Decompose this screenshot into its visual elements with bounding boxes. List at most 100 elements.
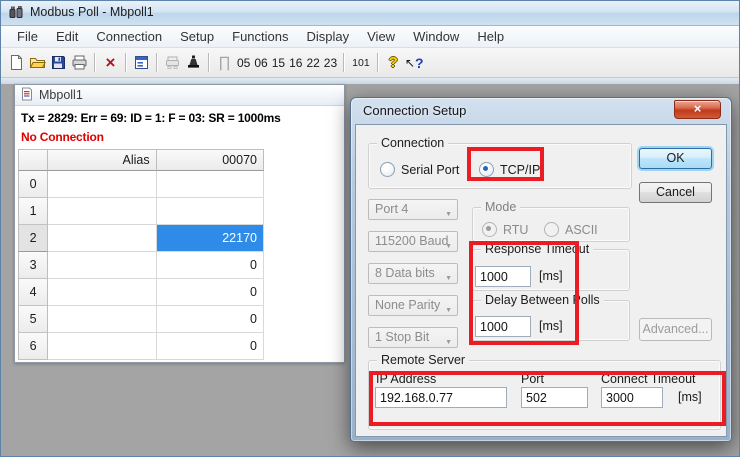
menu-help[interactable]: Help <box>468 27 513 46</box>
response-timeout-unit: [ms] <box>539 269 563 283</box>
help-icon[interactable]: ? <box>383 52 404 74</box>
remote-server-group-label: Remote Server <box>377 353 469 367</box>
value-cell[interactable] <box>157 198 264 225</box>
doc-window-mbpoll1: Mbpoll1 Tx = 2829: Err = 69: ID = 1: F =… <box>14 84 345 363</box>
doc-window-titlebar[interactable]: Mbpoll1 <box>15 85 344 106</box>
radio-circle <box>544 222 559 237</box>
table-row: 3 0 <box>18 252 264 279</box>
doc-icon <box>20 87 34 104</box>
alias-cell[interactable] <box>48 225 156 252</box>
new-file-icon[interactable] <box>6 52 27 74</box>
menu-bar: File Edit Connection Setup Functions Dis… <box>0 26 740 48</box>
alias-cell[interactable] <box>48 198 156 225</box>
row-header[interactable]: 1 <box>18 198 48 225</box>
rtu-label: RTU <box>503 223 528 237</box>
alias-cell[interactable] <box>48 279 156 306</box>
response-timeout-input[interactable] <box>475 266 531 287</box>
value-cell[interactable]: 0 <box>157 333 264 360</box>
serial-port-select: Port 4 ▼ <box>368 199 458 220</box>
toolbar-separator <box>343 53 345 72</box>
menu-display[interactable]: Display <box>298 27 359 46</box>
delay-between-polls-input[interactable] <box>475 316 531 337</box>
menu-window[interactable]: Window <box>404 27 468 46</box>
table-row: 2 22170 <box>18 225 264 252</box>
row-header[interactable]: 6 <box>18 333 48 360</box>
alias-cell[interactable] <box>48 171 156 198</box>
table-row: 1 <box>18 198 264 225</box>
app-titlebar[interactable]: Modbus Poll - Mbpoll1 <box>0 0 740 26</box>
serial-port-label: Serial Port <box>401 163 459 177</box>
mode-group-label: Mode <box>481 200 520 214</box>
function-15-button[interactable]: 15 <box>270 56 287 70</box>
setup-window-icon[interactable] <box>131 52 152 74</box>
value-cell[interactable]: 0 <box>157 252 264 279</box>
radio-circle-selected <box>479 162 494 177</box>
function-06-button[interactable]: 06 <box>252 56 269 70</box>
tcpip-radio[interactable]: TCP/IP <box>479 162 540 177</box>
close-icon[interactable]: × <box>674 100 721 119</box>
menu-setup[interactable]: Setup <box>171 27 223 46</box>
toolbar-separator <box>156 53 158 72</box>
register-column-header[interactable]: 00070 <box>157 149 264 171</box>
value-cell[interactable]: 0 <box>157 279 264 306</box>
function-16-button[interactable]: 16 <box>287 56 304 70</box>
open-file-icon[interactable] <box>27 52 48 74</box>
ok-button[interactable]: OK <box>639 148 712 169</box>
chevron-down-icon: ▼ <box>445 301 452 320</box>
port-input[interactable] <box>521 387 588 408</box>
menu-view[interactable]: View <box>358 27 404 46</box>
row-header[interactable]: 0 <box>18 171 48 198</box>
row-header[interactable]: 5 <box>18 306 48 333</box>
toolbar-separator <box>125 53 127 72</box>
chevron-down-icon: ▼ <box>445 333 452 352</box>
dialog-title[interactable]: Connection Setup <box>363 103 466 118</box>
toolbar-separator <box>377 53 379 72</box>
table-row: 0 <box>18 171 264 198</box>
connect-timeout-label: Connect Timeout <box>601 372 696 386</box>
alias-cell[interactable] <box>48 306 156 333</box>
context-help-icon[interactable]: ↖? <box>404 52 425 74</box>
function-22-button[interactable]: 22 <box>304 56 321 70</box>
selected-value-cell[interactable]: 22170 <box>157 225 264 252</box>
disconnect-icon[interactable]: × <box>100 52 121 74</box>
toolbar-separator <box>208 53 210 72</box>
row-header[interactable]: 2 <box>18 225 48 252</box>
value-cell[interactable] <box>157 171 264 198</box>
serial-port-value: Port 4 <box>375 202 408 216</box>
alias-cell[interactable] <box>48 252 156 279</box>
save-icon[interactable] <box>48 52 69 74</box>
table-row: 4 0 <box>18 279 264 306</box>
alias-column-header[interactable]: Alias <box>48 149 156 171</box>
context-help-arrow: ↖ <box>405 57 415 69</box>
test-center-icon[interactable] <box>183 52 204 74</box>
ip-address-input[interactable] <box>375 387 507 408</box>
alias-cell[interactable] <box>48 333 156 360</box>
data-bits-value: 8 Data bits <box>375 266 435 280</box>
function-05-button[interactable]: 05 <box>235 56 252 70</box>
serial-port-radio[interactable]: Serial Port <box>380 162 459 177</box>
function-101-button[interactable]: 101 <box>349 57 373 69</box>
print-icon[interactable] <box>69 52 90 74</box>
value-cell[interactable]: 0 <box>157 306 264 333</box>
response-timeout-label: Response Timeout <box>481 242 593 256</box>
menu-edit[interactable]: Edit <box>47 27 87 46</box>
menu-functions[interactable]: Functions <box>223 27 297 46</box>
cancel-button[interactable]: Cancel <box>639 182 712 203</box>
connect-timeout-input[interactable] <box>601 387 663 408</box>
toolbar-separator <box>94 53 96 72</box>
connection-setup-dialog: Connection Setup × Connection Serial Por… <box>350 97 732 442</box>
menu-connection[interactable]: Connection <box>87 27 171 46</box>
app-icon <box>8 5 24 21</box>
row-header[interactable]: 4 <box>18 279 48 306</box>
ip-address-label: IP Address <box>376 372 436 386</box>
radio-circle <box>380 162 395 177</box>
ascii-label: ASCII <box>565 223 598 237</box>
grid-corner-header[interactable] <box>18 149 48 171</box>
connect-timeout-unit: [ms] <box>678 390 702 404</box>
table-row: 6 0 <box>18 333 264 360</box>
row-header[interactable]: 3 <box>18 252 48 279</box>
advanced-button: Advanced... <box>639 318 712 341</box>
parity-select: None Parity ▼ <box>368 295 458 316</box>
menu-file[interactable]: File <box>8 27 47 46</box>
function-23-button[interactable]: 23 <box>322 56 339 70</box>
